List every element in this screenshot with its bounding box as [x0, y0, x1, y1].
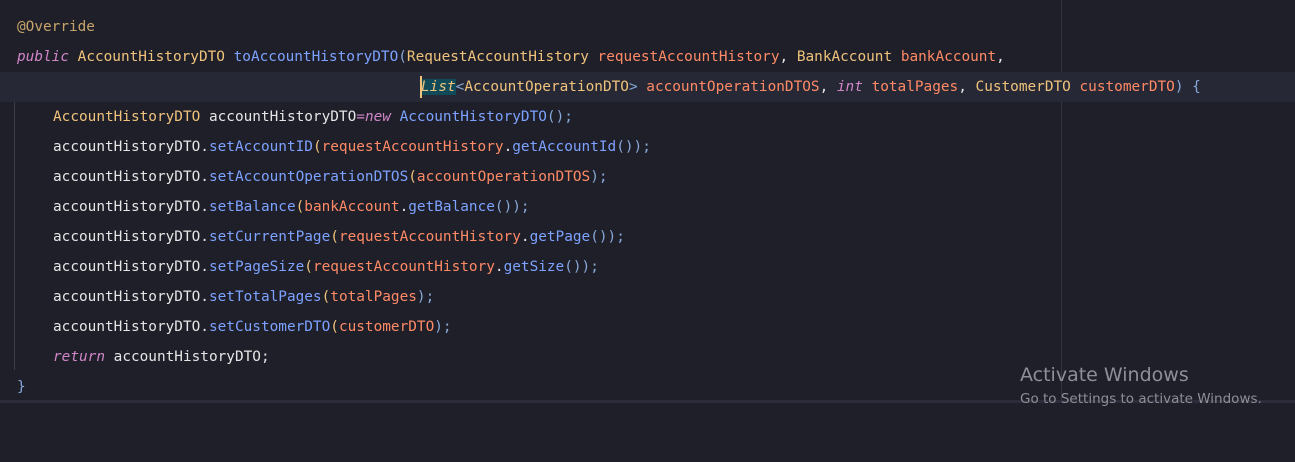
- object-ref: accountHistoryDTO: [53, 229, 201, 245]
- arg-object: requestAccountHistory: [338, 229, 521, 245]
- code-line-9[interactable]: accountHistoryDTO.setPageSize(requestAcc…: [0, 252, 1295, 282]
- method-call: setCurrentPage: [208, 229, 331, 245]
- code-line-4[interactable]: AccountHistoryDTO accountHistoryDTO=new …: [0, 102, 1295, 132]
- object-ref: accountHistoryDTO: [53, 259, 201, 275]
- generic-close: >: [628, 79, 647, 95]
- keyword-public: public: [17, 49, 69, 65]
- var-type: AccountHistoryDTO: [53, 109, 201, 125]
- dot: .: [200, 229, 209, 245]
- watermark-title: Activate Windows: [1020, 364, 1189, 386]
- activate-windows-watermark: Activate Windows Go to Settings to activ…: [1020, 362, 1262, 408]
- code-line-2[interactable]: public AccountHistoryDTO toAccountHistor…: [0, 42, 1295, 72]
- dot: .: [200, 289, 209, 305]
- method-call: setBalance: [208, 199, 296, 215]
- paren-open: (: [408, 169, 417, 185]
- method-call: setAccountID: [208, 139, 313, 155]
- object-ref: accountHistoryDTO: [53, 289, 201, 305]
- arg: accountOperationDTOS: [416, 169, 591, 185]
- comma: ,: [996, 49, 1005, 65]
- paren-open: (: [330, 229, 339, 245]
- text-cursor: [420, 76, 422, 98]
- object-ref: accountHistoryDTO: [53, 169, 201, 185]
- param-name: requestAccountHistory: [597, 49, 780, 65]
- paren-open: (: [330, 319, 339, 335]
- arg-object: requestAccountHistory: [312, 259, 495, 275]
- keyword-return: return: [53, 349, 105, 365]
- return-value: accountHistoryDTO: [113, 349, 261, 365]
- call-tail: ());: [590, 229, 625, 245]
- method-call: setPageSize: [208, 259, 305, 275]
- call-tail: ());: [564, 259, 599, 275]
- return-type: AccountHistoryDTO: [77, 49, 225, 65]
- comma: ,: [779, 49, 797, 65]
- param-name: customerDTO: [1079, 79, 1175, 95]
- keyword-int: int: [836, 79, 863, 95]
- dot: .: [503, 139, 513, 155]
- comma: ,: [819, 79, 837, 95]
- constructor-name: AccountHistoryDTO: [399, 109, 547, 125]
- paren-close-brace: ) {: [1174, 79, 1201, 95]
- param-name: accountOperationDTOS: [646, 79, 820, 95]
- param-name: bankAccount: [900, 49, 997, 65]
- paren-open: (: [304, 259, 313, 275]
- method-call: setTotalPages: [208, 289, 322, 305]
- paren-open: (: [398, 49, 407, 65]
- code-line-1[interactable]: @Override: [0, 12, 1295, 42]
- dot: .: [399, 199, 409, 215]
- dot: .: [200, 139, 209, 155]
- annotation: @Override: [17, 19, 95, 35]
- comma: ,: [958, 79, 976, 95]
- arg-method: getBalance: [408, 199, 495, 215]
- object-ref: accountHistoryDTO: [53, 139, 201, 155]
- dot: .: [200, 259, 209, 275]
- call-tail: ());: [616, 139, 651, 155]
- paren-open: (: [321, 289, 331, 305]
- method-name: toAccountHistoryDTO: [233, 49, 399, 65]
- param-type: RequestAccountHistory: [406, 49, 589, 65]
- paren-open: (: [295, 199, 305, 215]
- dot: .: [520, 229, 530, 245]
- arg: totalPages: [330, 289, 417, 305]
- list-type-highlighted: List: [421, 79, 456, 95]
- call-tail: ());: [494, 199, 530, 215]
- call-tail: ();: [546, 109, 573, 125]
- var-name: accountHistoryDTO: [208, 109, 357, 125]
- param-type: BankAccount: [796, 49, 893, 65]
- code-line-7[interactable]: accountHistoryDTO.setBalance(bankAccount…: [0, 192, 1295, 222]
- method-call: setAccountOperationDTOS: [208, 169, 409, 185]
- arg-method: getPage: [529, 229, 591, 245]
- code-line-6[interactable]: accountHistoryDTO.setAccountOperationDTO…: [0, 162, 1295, 192]
- dot: .: [200, 199, 209, 215]
- semicolon: ;: [260, 349, 270, 365]
- param-type: CustomerDTO: [975, 79, 1071, 95]
- arg-method: getAccountId: [512, 139, 617, 155]
- call-tail: );: [416, 289, 435, 305]
- param-name: totalPages: [871, 79, 959, 95]
- object-ref: accountHistoryDTO: [53, 319, 201, 335]
- assign-operator: =: [356, 109, 365, 125]
- call-tail: );: [434, 319, 452, 335]
- generic-type: AccountOperationDTO: [464, 79, 629, 95]
- code-editor[interactable]: @Override public AccountHistoryDTO toAcc…: [0, 0, 1295, 403]
- call-tail: );: [590, 169, 608, 185]
- dot: .: [200, 319, 209, 335]
- closing-brace: }: [17, 379, 26, 395]
- watermark-subtitle: Go to Settings to activate Windows.: [1020, 391, 1262, 407]
- arg-object: bankAccount: [304, 199, 400, 215]
- arg: customerDTO: [338, 319, 435, 335]
- code-line-3-current[interactable]: List<AccountOperationDTO> accountOperati…: [0, 72, 1295, 102]
- code-line-11[interactable]: accountHistoryDTO.setCustomerDTO(custome…: [0, 312, 1295, 342]
- method-call: setCustomerDTO: [208, 319, 331, 335]
- dot: .: [494, 259, 504, 275]
- code-line-8[interactable]: accountHistoryDTO.setCurrentPage(request…: [0, 222, 1295, 252]
- code-line-5[interactable]: accountHistoryDTO.setAccountID(requestAc…: [0, 132, 1295, 162]
- object-ref: accountHistoryDTO: [53, 199, 201, 215]
- paren-open: (: [312, 139, 322, 155]
- keyword-new: new: [364, 109, 391, 125]
- arg-method: getSize: [503, 259, 565, 275]
- dot: .: [200, 169, 209, 185]
- code-line-10[interactable]: accountHistoryDTO.setTotalPages(totalPag…: [0, 282, 1295, 312]
- arg-object: requestAccountHistory: [321, 139, 504, 155]
